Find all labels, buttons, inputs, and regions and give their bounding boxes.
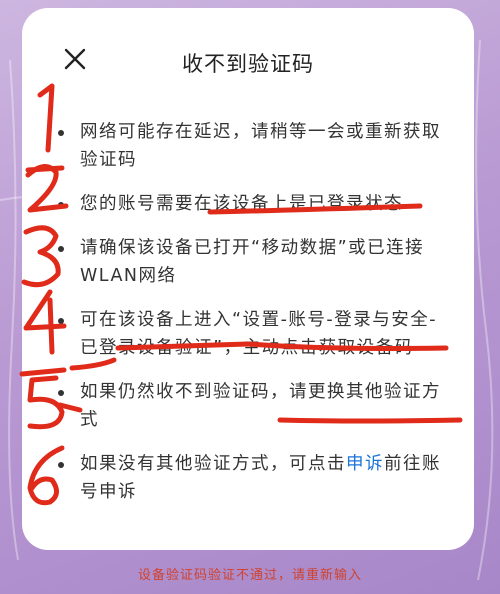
help-item-2: 您的账号需要在该设备上是已登录状态 xyxy=(56,190,446,218)
error-message: 设备验证码验证不通过，请重新输入 xyxy=(137,568,362,583)
help-item-3: 请确保该设备已打开“移动数据”或已连接WLAN网络 xyxy=(56,234,446,290)
help-item-6-text-before: 如果没有其他验证方式，可点击 xyxy=(80,454,346,474)
appeal-link[interactable]: 申诉 xyxy=(346,454,384,474)
verification-help-dialog: 收不到验证码 网络可能存在延迟，请稍等一会或重新获取验证码 您的账号需要在该设备… xyxy=(22,8,474,550)
help-item-4: 可在该设备上进入“设置-账号-登录与安全-已登录设备验证”，主动点击获取设备码 xyxy=(56,306,446,362)
dialog-title: 收不到验证码 xyxy=(182,52,314,76)
help-list: 网络可能存在延迟，请稍等一会或重新获取验证码 您的账号需要在该设备上是已登录状态… xyxy=(56,118,446,522)
help-item-5: 如果仍然收不到验证码，请更换其他验证方式 xyxy=(56,378,446,434)
help-item-6: 如果没有其他验证方式，可点击申诉前往账号申诉 xyxy=(56,450,446,506)
help-item-1: 网络可能存在延迟，请稍等一会或重新获取验证码 xyxy=(56,118,446,174)
